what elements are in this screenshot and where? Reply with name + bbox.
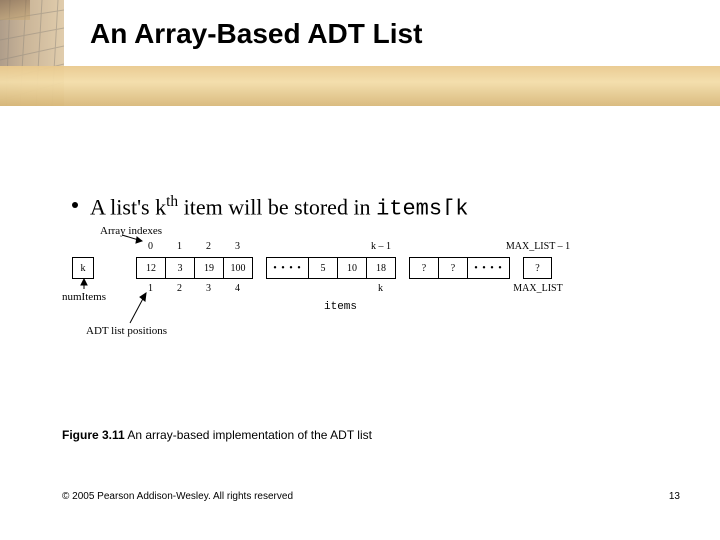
array-cell: 12 <box>136 257 165 279</box>
array-cell: • • • • <box>467 257 509 279</box>
array-cell: • • • • <box>266 257 308 279</box>
position-label: 4 <box>223 283 252 294</box>
header-band <box>0 66 720 106</box>
page-number: 13 <box>669 491 680 502</box>
index-label: MAX_LIST – 1 <box>503 241 573 252</box>
index-label: k – 1 <box>361 241 401 252</box>
array-cell: ? <box>523 257 552 279</box>
position-label: MAX_LIST <box>508 283 568 294</box>
bullet-text-sup: th <box>166 193 178 210</box>
slide-title: An Array-Based ADT List <box>90 18 422 50</box>
position-label: k <box>366 283 395 294</box>
numitems-box: k <box>72 257 94 279</box>
cells-row: 12319100• • • •51018??• • • •? <box>136 257 552 279</box>
figure-number: Figure 3.11 <box>62 428 125 442</box>
position-label: 1 <box>136 283 165 294</box>
figure-caption: Figure 3.11 An array-based implementatio… <box>62 428 372 442</box>
array-cell: 18 <box>366 257 395 279</box>
figure-caption-text: An array-based implementation of the ADT… <box>125 428 372 442</box>
index-label: 2 <box>194 241 223 252</box>
array-cell: 5 <box>308 257 337 279</box>
figure-diagram: Array indexes numItems ADT list position… <box>62 215 658 355</box>
copyright-footer: © 2005 Pearson Addison-Wesley. All right… <box>62 491 293 502</box>
bullet-dot-icon <box>72 202 78 208</box>
header-top-strip <box>0 0 30 20</box>
index-label: 3 <box>223 241 252 252</box>
position-label: 2 <box>165 283 194 294</box>
array-cell: ? <box>409 257 438 279</box>
array-cell: ? <box>438 257 467 279</box>
index-label: 1 <box>165 241 194 252</box>
array-cell: 100 <box>223 257 252 279</box>
array-cell: 19 <box>194 257 223 279</box>
index-label: 0 <box>136 241 165 252</box>
array-cell: 10 <box>337 257 366 279</box>
array-cell: 3 <box>165 257 194 279</box>
position-label: 3 <box>194 283 223 294</box>
